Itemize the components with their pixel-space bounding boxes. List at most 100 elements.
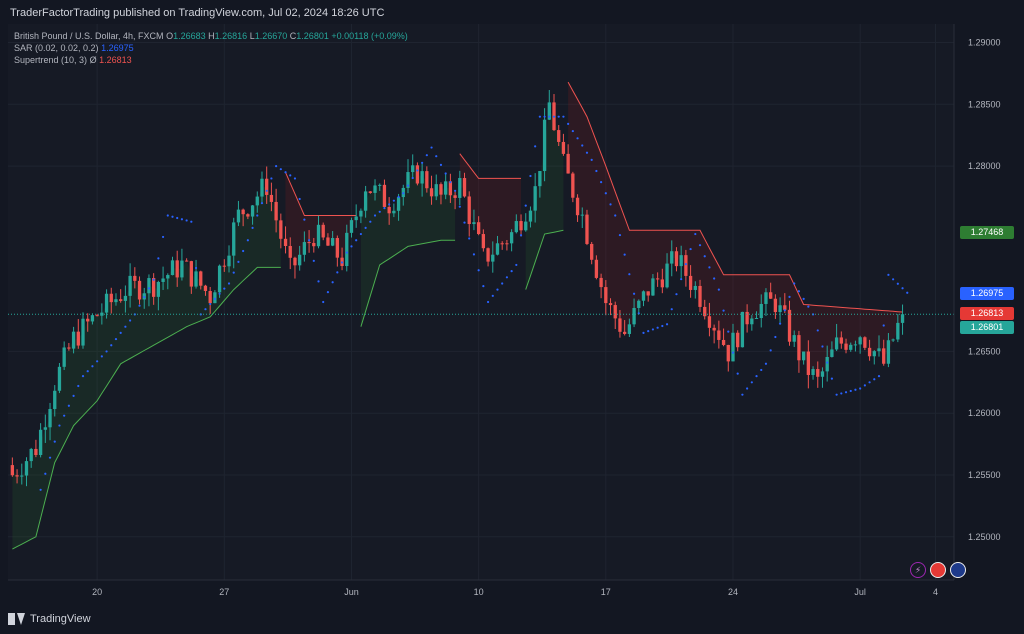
x-tick-label: 20 bbox=[92, 587, 102, 597]
flag-us-icon[interactable] bbox=[930, 562, 946, 578]
sar-dot bbox=[284, 171, 287, 174]
candle-body bbox=[232, 222, 236, 256]
candle-body bbox=[24, 461, 29, 476]
sar-dot bbox=[863, 384, 866, 387]
candle-body bbox=[839, 337, 843, 344]
tradingview-brand: TradingView bbox=[30, 613, 91, 625]
sar-dot bbox=[826, 361, 829, 364]
candle-body bbox=[448, 181, 453, 196]
sar-dot bbox=[110, 344, 113, 347]
candle-body bbox=[378, 184, 382, 186]
sar-dot bbox=[807, 305, 810, 308]
candle-body bbox=[57, 366, 62, 391]
candle-body bbox=[335, 238, 340, 258]
candle-body bbox=[293, 257, 297, 266]
sar-dot bbox=[482, 285, 485, 288]
candle-body bbox=[34, 448, 38, 455]
sar-dot bbox=[835, 393, 838, 396]
candle-body bbox=[354, 216, 358, 221]
sar-dot bbox=[143, 295, 146, 299]
supertrend-label[interactable]: Supertrend (10, 3) bbox=[14, 55, 87, 65]
x-tick-label: 24 bbox=[728, 587, 738, 597]
candle-body bbox=[684, 255, 688, 276]
flag-uk-icon[interactable] bbox=[950, 562, 966, 578]
sar-dot bbox=[585, 151, 589, 154]
candle-body bbox=[750, 318, 754, 325]
candle-body bbox=[637, 300, 641, 308]
sar-dot bbox=[548, 115, 551, 118]
candle-body bbox=[312, 242, 316, 247]
price-chart[interactable]: 1.29000 1.28500 1.28000 1.26500 1.26000 1.255… bbox=[0, 0, 1024, 634]
sar-dot bbox=[703, 255, 706, 258]
candle-body bbox=[392, 210, 396, 214]
sar-dot bbox=[750, 381, 753, 384]
sar-dot bbox=[755, 375, 758, 378]
sar-dot bbox=[246, 239, 249, 242]
candle-body bbox=[227, 255, 231, 267]
sar-dot bbox=[684, 263, 687, 266]
tradingview-logo-icon bbox=[8, 613, 26, 625]
candle-body bbox=[458, 178, 462, 198]
sar-dot bbox=[157, 257, 160, 260]
sar-dot bbox=[105, 350, 108, 353]
sar-dot bbox=[430, 146, 433, 149]
sar-dot bbox=[209, 302, 212, 306]
sar-dot bbox=[576, 137, 579, 140]
candle-body bbox=[891, 339, 895, 341]
candle-body bbox=[599, 277, 603, 288]
sar-dot bbox=[227, 282, 231, 285]
sar-label[interactable]: SAR (0.02, 0.02, 0.2) bbox=[14, 43, 99, 53]
sar-dot bbox=[670, 308, 673, 311]
candle-body bbox=[670, 251, 674, 264]
candle-body bbox=[792, 335, 796, 342]
candle-body bbox=[491, 254, 495, 262]
sar-dot bbox=[44, 472, 47, 475]
candle-body bbox=[147, 278, 151, 294]
sar-dot bbox=[138, 304, 141, 307]
sar-dot bbox=[444, 172, 447, 175]
sar-dot bbox=[350, 245, 353, 248]
candle-body bbox=[834, 337, 839, 350]
sar-dot bbox=[778, 322, 782, 325]
candle-body bbox=[495, 243, 500, 255]
y-tick-label: 1.29000 bbox=[968, 38, 1001, 48]
sar-dot bbox=[741, 393, 744, 396]
sar-dot bbox=[270, 177, 273, 180]
candle-body bbox=[882, 348, 886, 364]
sar-dot bbox=[312, 259, 315, 262]
supertrend-fill bbox=[12, 186, 281, 550]
candle-body bbox=[90, 315, 95, 322]
lightning-icon[interactable]: ⚡ bbox=[910, 562, 926, 578]
sar-dot bbox=[355, 239, 358, 242]
supertrend-fill bbox=[568, 82, 903, 375]
candle-body bbox=[288, 246, 292, 258]
sar-dot bbox=[552, 115, 556, 118]
sar-dot bbox=[53, 440, 56, 443]
candle-body bbox=[250, 205, 255, 217]
sar-dot bbox=[96, 360, 99, 363]
candle-body bbox=[608, 303, 613, 306]
sar-dot bbox=[194, 266, 198, 270]
sar-dot bbox=[369, 220, 372, 223]
candle-body bbox=[858, 337, 862, 345]
candle-body bbox=[269, 194, 274, 202]
sar-dot bbox=[265, 189, 268, 192]
price-tag: 1.26813 bbox=[960, 306, 1014, 320]
sar-dot bbox=[147, 287, 151, 290]
sar-dot bbox=[590, 158, 593, 162]
sar-dot bbox=[439, 163, 443, 166]
candle-body bbox=[481, 234, 486, 249]
candle-body bbox=[896, 322, 900, 340]
tradingview-footer[interactable]: TradingView bbox=[8, 606, 91, 632]
sar-dot bbox=[515, 263, 518, 267]
sar-dot bbox=[731, 351, 735, 354]
sar-dot bbox=[359, 232, 362, 236]
sar-dot bbox=[665, 323, 669, 326]
sar-dot bbox=[435, 155, 438, 158]
candle-body bbox=[721, 339, 726, 345]
candle-body bbox=[801, 351, 806, 361]
sar-dot bbox=[651, 328, 655, 331]
candle-body bbox=[321, 224, 325, 238]
candle-body bbox=[128, 275, 132, 296]
candle-body bbox=[307, 242, 311, 244]
